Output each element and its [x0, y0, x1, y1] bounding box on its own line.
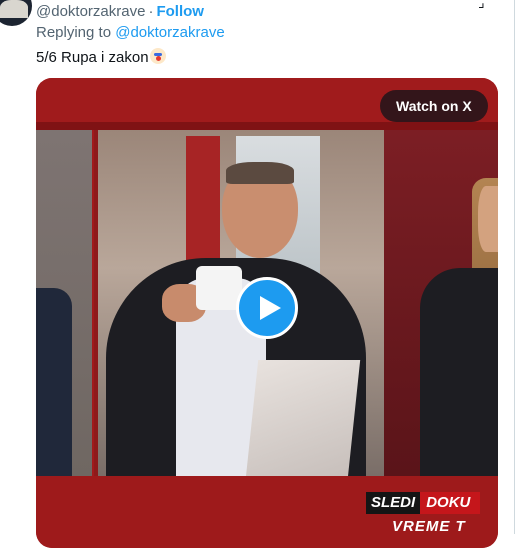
video-right-person	[420, 268, 498, 476]
replying-mention-link[interactable]: @doktorzakrave	[115, 24, 224, 41]
play-button[interactable]	[236, 277, 298, 339]
ticker-second-line: VREME T	[392, 518, 466, 535]
author-handle[interactable]: @doktorzakrave	[36, 3, 145, 20]
separator-dot: ·	[148, 3, 154, 20]
ticker-main-label: SLEDI	[366, 492, 421, 514]
video-ticker: SLEDI DOKU	[366, 492, 481, 514]
video-laptop	[245, 360, 361, 478]
tweet-header: @doktorzakrave · Follow	[36, 3, 204, 20]
more-options-icon[interactable]: ⌟	[478, 0, 486, 11]
tweet-text: 5/6 Rupa i zakon	[36, 48, 166, 66]
video-person-head	[222, 162, 298, 258]
replying-prefix: Replying to	[36, 24, 116, 41]
avatar[interactable]	[0, 0, 32, 26]
replying-to: Replying to @doktorzakrave	[36, 24, 225, 41]
video-player[interactable]: Watch on X SLEDI DOKU VREME T	[36, 78, 498, 548]
video-left-person	[36, 288, 72, 476]
video-mug	[196, 266, 242, 310]
clown-face-icon	[149, 48, 166, 64]
timeline-border	[514, 0, 515, 534]
play-icon	[260, 296, 281, 320]
tweet-text-content: 5/6 Rupa i zakon	[36, 49, 149, 66]
follow-button[interactable]: Follow	[156, 3, 204, 20]
ticker-next-label: DOKU	[420, 492, 481, 514]
watch-on-x-button[interactable]: Watch on X	[380, 90, 488, 122]
